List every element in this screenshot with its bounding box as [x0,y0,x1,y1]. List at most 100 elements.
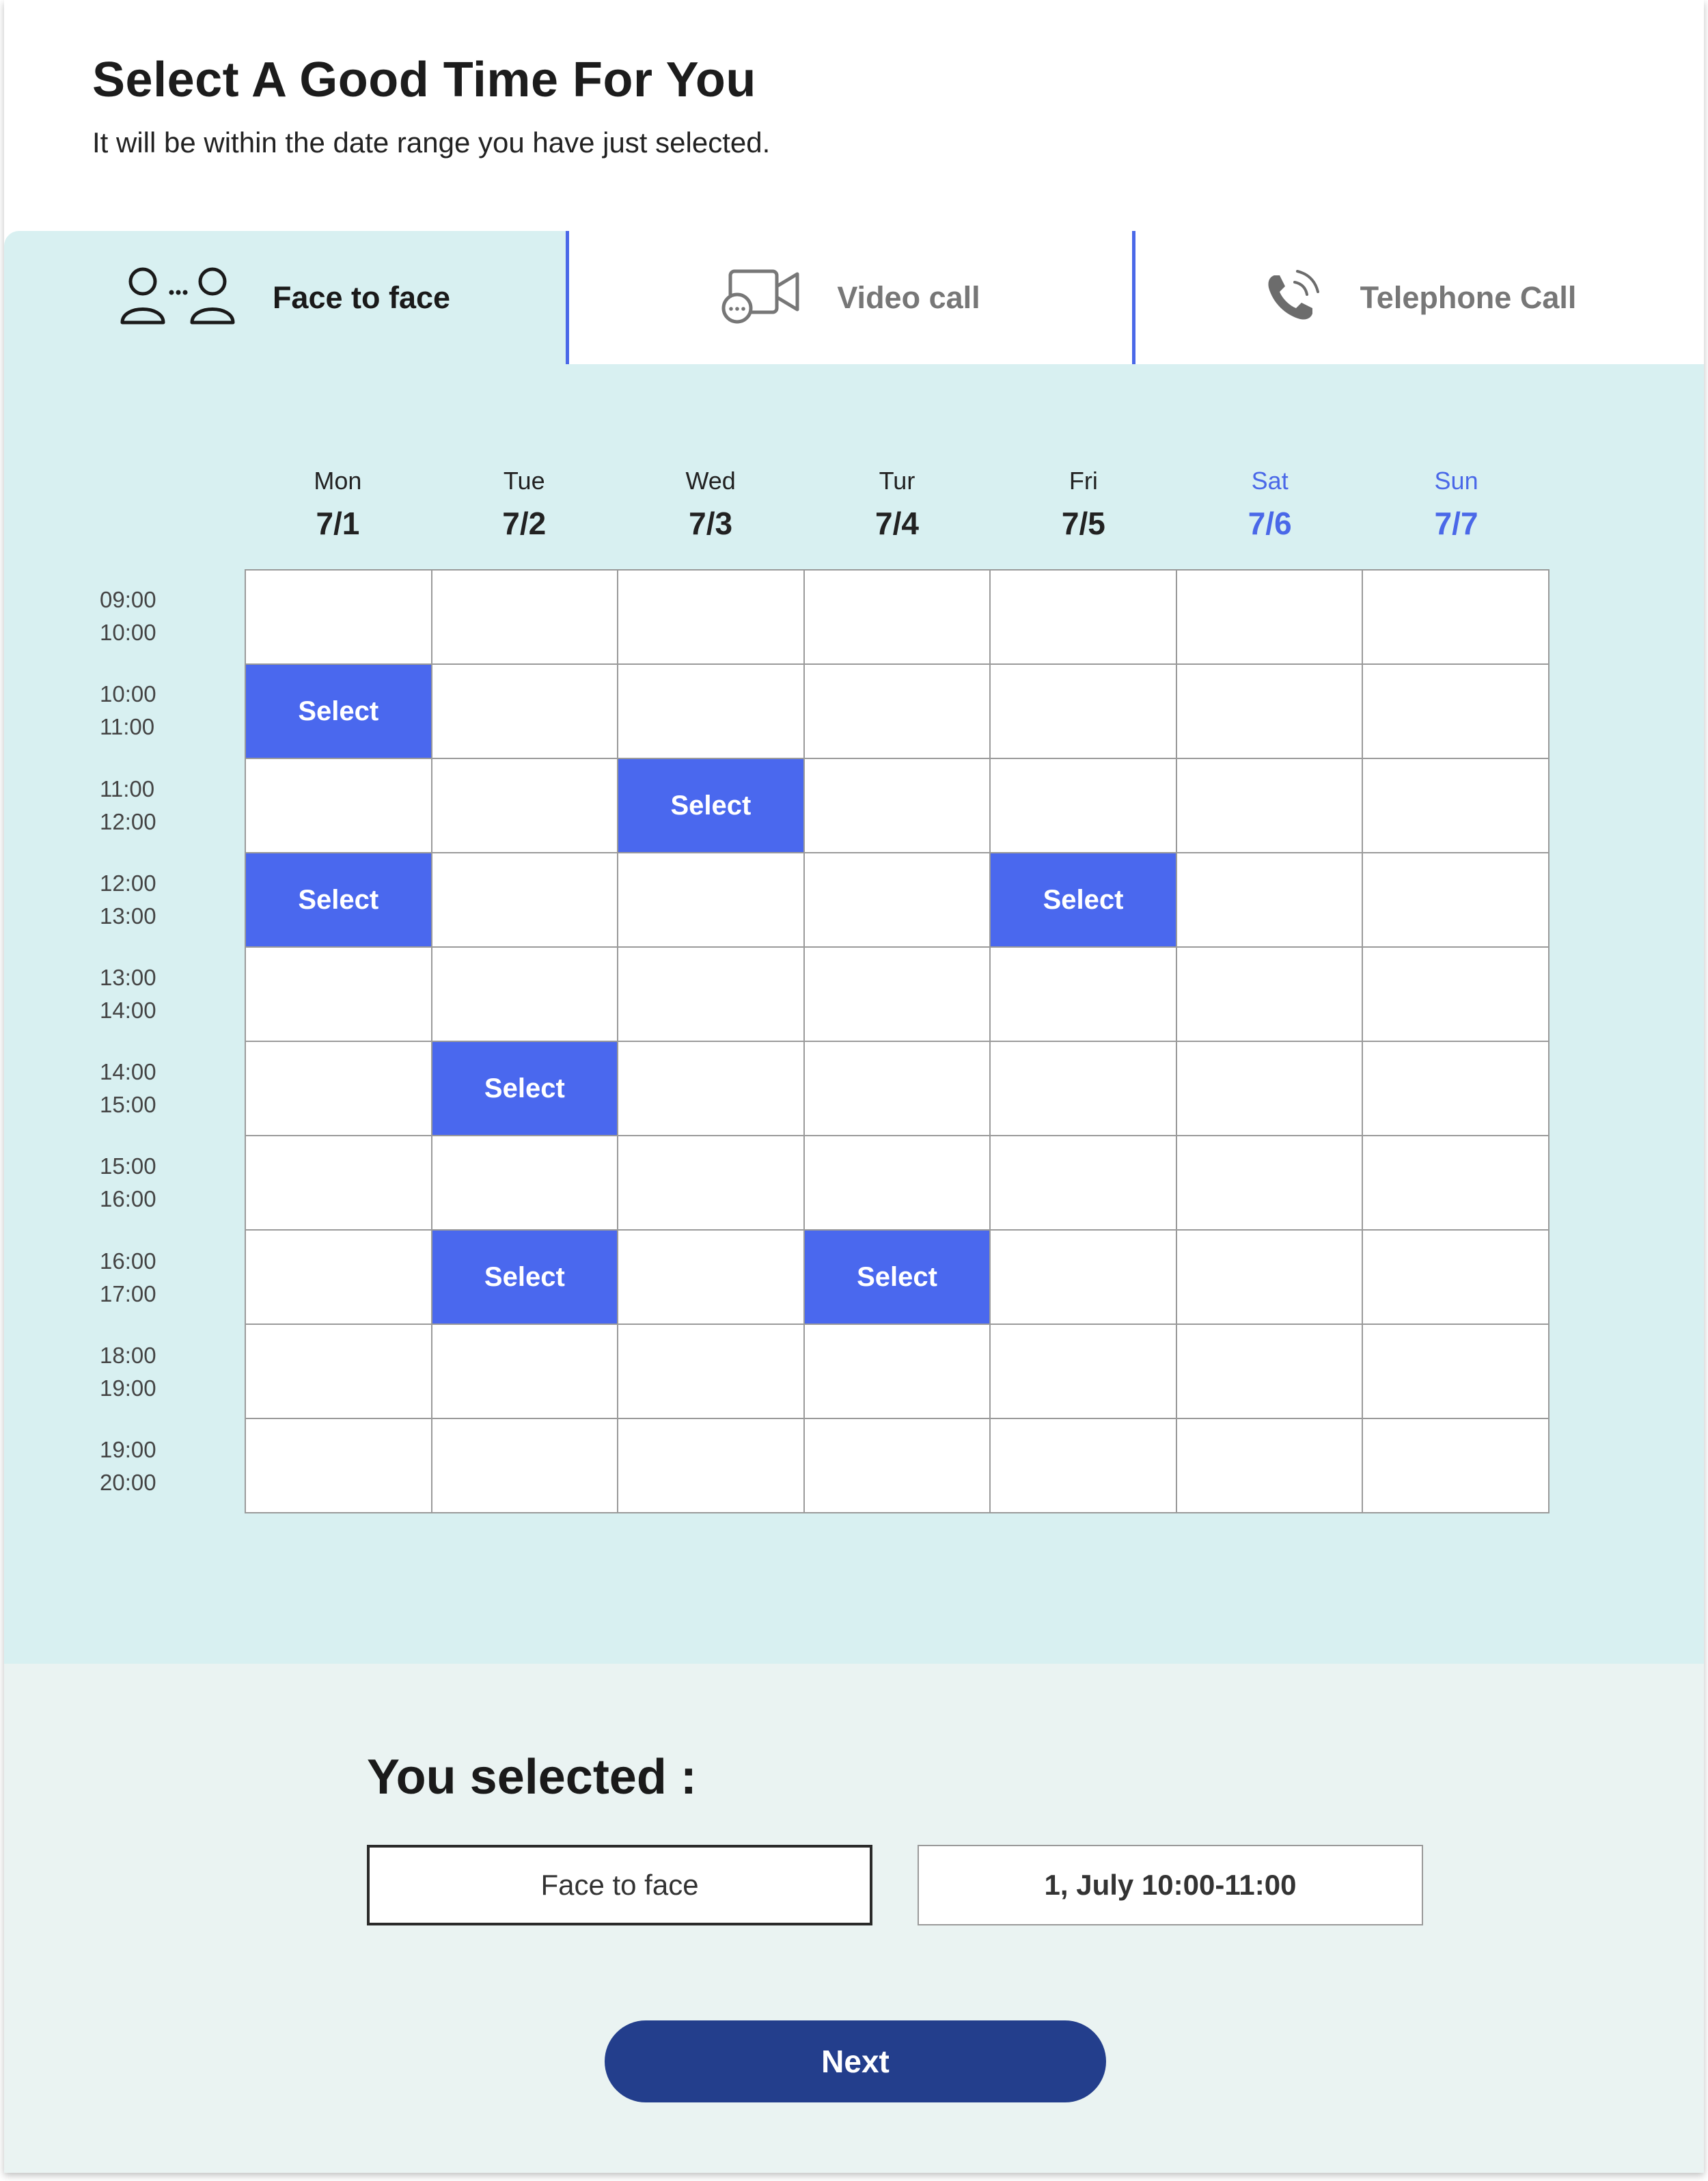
time-slot-start: 18:00 [100,1342,156,1368]
tab-label: Face to face [272,279,451,315]
time-slot-cell [618,853,805,948]
time-slot-label: 11:00 12:00 [100,773,216,838]
day-date: 7/1 [316,506,360,541]
time-slot-cell [432,571,619,665]
select-slot-button[interactable]: Select [432,1042,619,1136]
day-date: 7/7 [1434,506,1478,541]
time-slot-end: 13:00 [100,903,156,929]
time-slot-end: 17:00 [100,1280,156,1306]
time-slot-cell [991,1325,1177,1419]
time-slot-cell [618,1136,805,1231]
time-slot-start: 16:00 [100,1248,156,1274]
time-slot-cell [246,1042,432,1136]
time-slot-end: 15:00 [100,1092,156,1118]
tab-telephone-call[interactable]: Telephone Call [1132,231,1704,364]
summary-heading: You selected : [367,1750,697,1805]
people-icon [120,265,237,330]
select-slot-button[interactable]: Select [804,1231,991,1325]
time-slot-cell [1176,948,1364,1042]
time-slot-cell [804,665,991,759]
page: Select A Good Time For You It will be wi… [4,0,1704,2173]
time-slot-label: 19:00 20:00 [100,1434,216,1499]
day-header: Mon 7/1 [245,467,431,542]
time-slot-cell [432,1325,619,1419]
time-slot-cell [246,1419,432,1513]
time-slot-cell [804,759,991,853]
day-date: 7/2 [502,506,547,541]
selection-summary: You selected : Face to face 1, July 10:0… [4,1664,1704,2173]
time-slot-cell [1363,853,1549,948]
time-slot-end: 19:00 [100,1375,156,1401]
select-label: Select [857,1261,937,1292]
time-slot-end: 16:00 [100,1186,156,1212]
page-title: Select A Good Time For You [92,53,756,107]
time-slot-cell [1176,759,1364,853]
time-slot-start: 13:00 [100,964,156,990]
time-slot-label: 12:00 13:00 [100,867,216,933]
day-name: Tur [879,467,915,495]
select-slot-button[interactable]: Select [991,853,1177,948]
select-label: Select [670,790,752,821]
day-name: Fri [1069,467,1098,495]
time-slot-cell [804,1042,991,1136]
time-slot-label: 14:00 15:00 [100,1056,216,1121]
time-slot-cell [1176,1419,1364,1513]
time-slot-cell [991,571,1177,665]
next-button[interactable]: Next [605,2020,1106,2102]
select-slot-button[interactable]: Select [246,853,432,948]
time-slot-cell [804,1136,991,1231]
tab-video-call[interactable]: Video call [566,231,1132,364]
time-slot-cell [1363,1231,1549,1325]
select-slot-button[interactable]: Select [618,759,805,853]
tab-label: Video call [837,279,980,315]
day-name: Mon [314,467,362,495]
time-slot-label: 15:00 16:00 [100,1150,216,1216]
time-slot-cell [246,1136,432,1231]
time-slot-cell [246,759,432,853]
time-slot-label: 09:00 10:00 [100,584,216,649]
select-slot-button[interactable]: Select [246,665,432,759]
day-header: Wed 7/3 [618,467,804,542]
time-slot-cell [432,1136,619,1231]
time-slot-cell [1176,665,1364,759]
tab-face-to-face[interactable]: Face to face [4,231,566,364]
time-slot-end: 14:00 [100,997,156,1023]
time-slot-cell [991,948,1177,1042]
tab-label: Telephone Call [1360,279,1577,315]
time-slot-cell [246,571,432,665]
time-slot-cell [1363,1419,1549,1513]
time-slot-cell [618,1419,805,1513]
select-label: Select [1043,884,1124,915]
time-slot-cell [1176,853,1364,948]
day-name: Wed [685,467,736,495]
time-slot-end: 10:00 [100,620,156,646]
time-slot-cell [246,1325,432,1419]
time-slot-cell [804,1325,991,1419]
phone-icon [1263,267,1321,328]
time-slot-end: 11:00 [100,714,155,740]
time-slot-label: 18:00 19:00 [100,1339,216,1405]
time-slot-cell [432,665,619,759]
day-name: Sun [1434,467,1478,495]
select-slot-button[interactable]: Select [432,1231,619,1325]
time-slot-cell [618,948,805,1042]
time-slot-cell [1176,571,1364,665]
time-slot-start: 15:00 [100,1153,156,1179]
time-slot-cell [1363,665,1549,759]
time-slot-label: 13:00 14:00 [100,961,216,1027]
time-slot-start: 11:00 [100,776,155,801]
calendar-panel: Mon 7/1 Tue 7/2 Wed 7/3 Tur 7/4 Fri 7/5 Sat 7/6 Sun 7… [4,364,1704,1664]
select-label: Select [298,884,379,915]
time-slot-cell [618,571,805,665]
selected-method-field: Face to face [367,1845,872,1925]
time-slot-cell [618,1325,805,1419]
time-slot-cell [1176,1325,1364,1419]
day-header: Tur 7/4 [804,467,991,542]
page-subtitle: It will be within the date range you hav… [92,126,771,159]
time-slot-cell [432,948,619,1042]
time-slot-cell [804,948,991,1042]
time-slot-cell [1363,1136,1549,1231]
time-slot-cell [1363,1042,1549,1136]
time-slot-start: 10:00 [100,681,156,707]
day-name: Sat [1251,467,1289,495]
